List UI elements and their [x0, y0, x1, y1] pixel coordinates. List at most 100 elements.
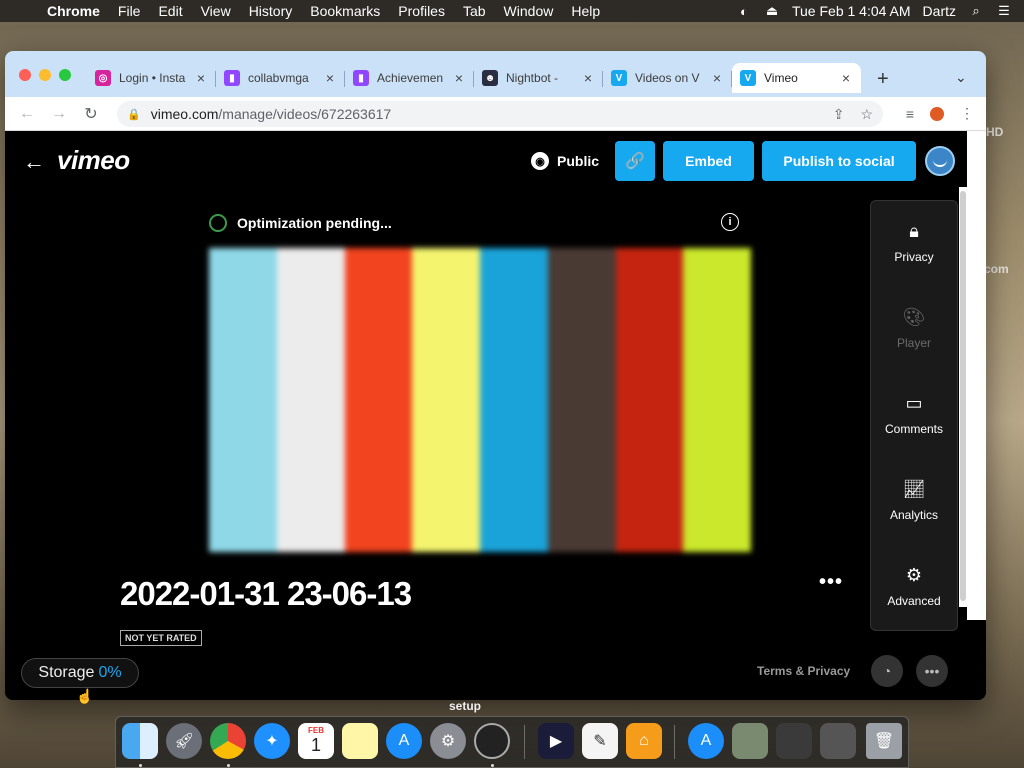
menubar-user[interactable]: Dartz	[923, 3, 956, 19]
tab-vimeo-active[interactable]: V Vimeo ×	[732, 63, 861, 93]
page-scrollbar[interactable]	[959, 187, 967, 607]
downloads-folder-icon[interactable]	[776, 723, 812, 759]
obs-icon[interactable]	[474, 723, 510, 759]
tab-collabvm[interactable]: ▮ collabvmga ×	[216, 63, 345, 93]
close-tab-icon[interactable]: ×	[710, 70, 724, 86]
new-tab-icon[interactable]: +	[877, 68, 889, 91]
tab-videos-on-vimeo[interactable]: V Videos on V ×	[603, 63, 732, 93]
share-icon[interactable]: ⇪	[833, 106, 845, 123]
storage-indicator[interactable]: Storage 0%	[21, 658, 139, 688]
tab-achievements[interactable]: ▮ Achievemen ×	[345, 63, 474, 93]
macos-dock: 🚀︎ ✦ FEB 1 A ⚙ ▶ ✎ ⌂ A 🗑︎	[115, 716, 909, 768]
video-player-preview[interactable]	[209, 248, 751, 552]
lock-icon[interactable]: 🔒	[127, 108, 141, 121]
optimization-status-label: Optimization pending...	[237, 215, 392, 231]
embed-button[interactable]: Embed	[663, 141, 754, 181]
control-center-icon[interactable]: ☰	[996, 3, 1012, 19]
help-compass-icon[interactable]: ◔	[871, 655, 903, 687]
back-arrow-icon[interactable]: ←	[23, 149, 45, 175]
menu-help[interactable]: Help	[562, 3, 609, 19]
tab-instagram-login[interactable]: ◎ Login • Insta ×	[87, 63, 216, 93]
menu-app-chrome[interactable]: Chrome	[38, 3, 109, 19]
optimization-status: Optimization pending...	[209, 214, 392, 232]
nightbot-icon: ☻	[482, 70, 498, 86]
side-item-player[interactable]: 🎨︎ Player	[871, 307, 957, 350]
video-color-bar	[683, 248, 751, 552]
eject-icon[interactable]: ⏏	[764, 3, 780, 19]
side-item-privacy[interactable]: 🔒︎ Privacy	[871, 221, 957, 264]
close-window-button[interactable]	[19, 69, 31, 81]
close-tab-icon[interactable]: ×	[323, 70, 337, 86]
twitch-icon: ▮	[224, 70, 240, 86]
info-icon[interactable]: i	[721, 213, 739, 231]
chrome-menu-icon[interactable]: ⋮	[960, 105, 974, 122]
menu-history[interactable]: History	[240, 3, 302, 19]
tab-search-chevron-icon[interactable]: ⌄	[955, 69, 967, 86]
vimeo-logo[interactable]: vimeo	[57, 145, 130, 176]
side-item-comments[interactable]: ▭ Comments	[871, 393, 957, 436]
menu-edit[interactable]: Edit	[149, 3, 191, 19]
calendar-month: FEB	[308, 726, 324, 735]
obs-status-icon[interactable]: ◐	[736, 3, 752, 19]
bookmark-star-icon[interactable]: ☆	[860, 106, 873, 123]
safari-icon[interactable]: ✦	[254, 723, 290, 759]
system-preferences-icon[interactable]: ⚙	[430, 723, 466, 759]
scrollbar-thumb[interactable]	[960, 191, 966, 601]
menu-file[interactable]: File	[109, 3, 150, 19]
publish-to-social-button[interactable]: Publish to social	[762, 141, 916, 181]
preview-icon[interactable]	[732, 723, 768, 759]
link-icon: 🔗	[625, 153, 645, 170]
menu-profiles[interactable]: Profiles	[389, 3, 454, 19]
chrome-icon[interactable]	[210, 723, 246, 759]
minimize-window-button[interactable]	[39, 69, 51, 81]
reload-icon[interactable]: ↻	[75, 104, 107, 124]
launchpad-icon[interactable]: 🚀︎	[166, 723, 202, 759]
copy-link-button[interactable]: 🔗	[615, 141, 655, 181]
side-item-analytics[interactable]: 📈︎ Analytics	[871, 479, 957, 522]
palette-icon: 🎨︎	[902, 307, 926, 327]
video-player-icon[interactable]: ▶	[538, 723, 574, 759]
video-title[interactable]: 2022-01-31 23-06-13	[120, 575, 412, 613]
video-color-bar	[615, 248, 684, 552]
tab-strip: ◎ Login • Insta × ▮ collabvmga × ▮ Achie…	[87, 63, 861, 97]
avatar[interactable]	[925, 146, 955, 176]
tab-nightbot[interactable]: ☻ Nightbot - ×	[474, 63, 603, 93]
content-rating-badge[interactable]: NOT YET RATED	[120, 630, 202, 646]
notes-icon[interactable]	[342, 723, 378, 759]
menu-view[interactable]: View	[192, 3, 240, 19]
privacy-status-button[interactable]: ◉ Public	[531, 152, 599, 170]
close-tab-icon[interactable]: ×	[581, 70, 595, 86]
forward-arrow-icon[interactable]: →	[43, 105, 75, 123]
spotlight-search-icon[interactable]: ⌕	[968, 3, 984, 19]
url-host: vimeo.com	[150, 106, 219, 122]
textedit-icon[interactable]: ✎	[582, 723, 618, 759]
app-store-installer-icon[interactable]: A	[688, 723, 724, 759]
close-tab-icon[interactable]: ×	[839, 70, 853, 86]
app-store-icon[interactable]: A	[386, 723, 422, 759]
back-arrow-icon[interactable]: ←	[11, 105, 43, 123]
menu-tab[interactable]: Tab	[454, 3, 495, 19]
calendar-icon[interactable]: FEB 1	[298, 723, 334, 759]
running-indicator	[491, 764, 494, 767]
terms-privacy-link[interactable]: Terms & Privacy	[757, 664, 850, 678]
side-item-advanced[interactable]: ⚙ Advanced	[871, 565, 957, 608]
home-icon[interactable]: ⌂	[626, 723, 662, 759]
extension-icon[interactable]	[930, 106, 944, 121]
zoom-window-button[interactable]	[59, 69, 71, 81]
video-color-bar	[344, 248, 413, 552]
stack-folder-icon[interactable]	[820, 723, 856, 759]
media-controls-icon[interactable]: ≡	[906, 106, 914, 122]
close-tab-icon[interactable]: ×	[452, 70, 466, 86]
side-item-label: Player	[896, 336, 931, 350]
close-tab-icon[interactable]: ×	[194, 70, 208, 86]
menu-bookmarks[interactable]: Bookmarks	[301, 3, 389, 19]
finder-icon[interactable]	[122, 723, 158, 759]
menubar-clock[interactable]: Tue Feb 1 4:04 AM	[792, 3, 911, 19]
trash-icon[interactable]: 🗑︎	[866, 723, 902, 759]
menu-window[interactable]: Window	[495, 3, 563, 19]
storage-label: Storage	[38, 664, 95, 681]
footer-more-icon[interactable]: •••	[916, 655, 948, 687]
vimeo-manage-page: ← vimeo ◉ Public 🔗 Embed Publish to soci…	[5, 131, 986, 700]
address-bar[interactable]: 🔒 vimeo.com /manage/videos/672263617 ⇪ ☆	[117, 101, 883, 127]
more-options-icon[interactable]: •••	[819, 571, 843, 594]
